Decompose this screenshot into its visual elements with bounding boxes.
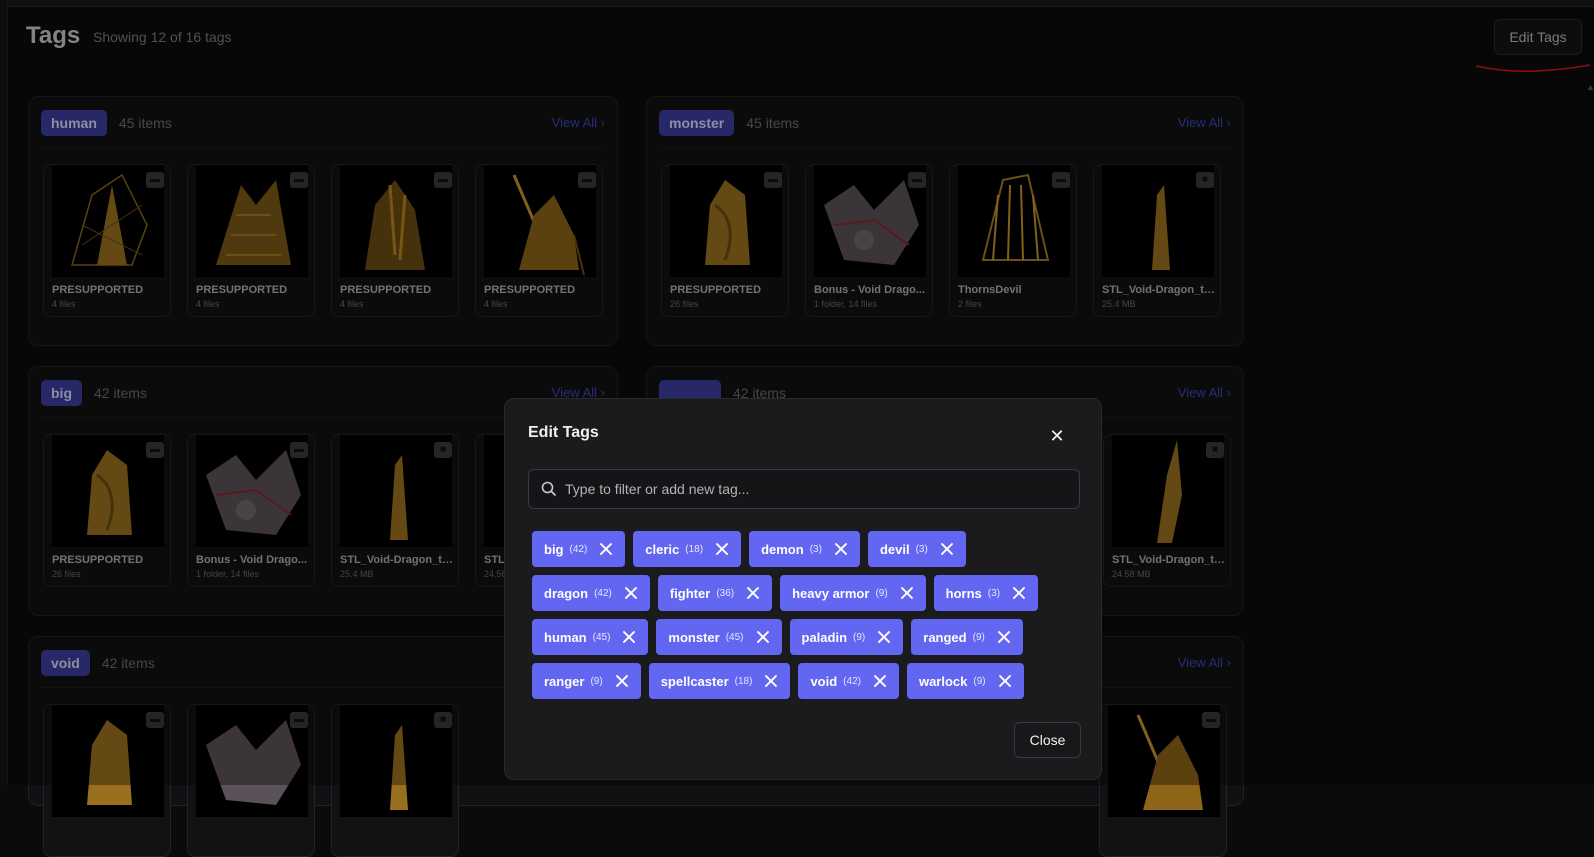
close-button[interactable]: Close (1014, 722, 1081, 758)
search-icon (541, 481, 557, 497)
remove-tag-icon[interactable] (998, 674, 1012, 688)
remove-tag-icon[interactable] (940, 542, 954, 556)
tag-chip[interactable]: big (42) (532, 531, 626, 567)
remove-tag-icon[interactable] (624, 586, 638, 600)
tag-chip[interactable]: ranged (9) (911, 619, 1023, 655)
remove-tag-icon[interactable] (746, 586, 760, 600)
close-icon[interactable]: ✕ (1048, 427, 1066, 445)
tag-filter-input[interactable] (565, 470, 1065, 508)
tag-filter-field[interactable] (528, 469, 1080, 509)
remove-tag-icon[interactable] (599, 542, 613, 556)
remove-tag-icon[interactable] (873, 674, 887, 688)
remove-tag-icon[interactable] (1012, 586, 1026, 600)
tag-chip[interactable]: fighter (36) (657, 575, 773, 611)
remove-tag-icon[interactable] (764, 674, 778, 688)
remove-tag-icon[interactable] (900, 586, 914, 600)
tag-chip[interactable]: paladin (9) (789, 619, 904, 655)
tag-chip[interactable]: ranger (9) (532, 663, 641, 699)
tag-chip[interactable]: spellcaster (18) (648, 663, 791, 699)
tag-chip[interactable]: human (45) (532, 619, 649, 655)
tag-chip[interactable]: demon (3) (749, 531, 860, 567)
tag-chip[interactable]: heavy armor (9) (780, 575, 926, 611)
tag-chip[interactable]: warlock (9) (906, 663, 1024, 699)
tag-chip-list: big (42) cleric (18) demon (3) devil (3) dra… (532, 531, 1062, 707)
remove-tag-icon[interactable] (997, 630, 1011, 644)
tag-chip[interactable]: void (42) (798, 663, 899, 699)
remove-tag-icon[interactable] (715, 542, 729, 556)
remove-tag-icon[interactable] (615, 674, 629, 688)
tag-chip[interactable]: horns (3) (933, 575, 1039, 611)
remove-tag-icon[interactable] (622, 630, 636, 644)
modal-title: Edit Tags (528, 424, 599, 441)
remove-tag-icon[interactable] (756, 630, 770, 644)
tag-chip[interactable]: dragon (42) (532, 575, 650, 611)
tag-chip[interactable]: devil (3) (867, 531, 966, 567)
tag-chip[interactable]: monster (45) (656, 619, 782, 655)
edit-tags-modal: Edit Tags ✕ big(42) cleric(18) demon(3) … (504, 398, 1102, 780)
remove-tag-icon[interactable] (877, 630, 891, 644)
remove-tag-icon[interactable] (834, 542, 848, 556)
tag-chip[interactable]: cleric (18) (633, 531, 742, 567)
